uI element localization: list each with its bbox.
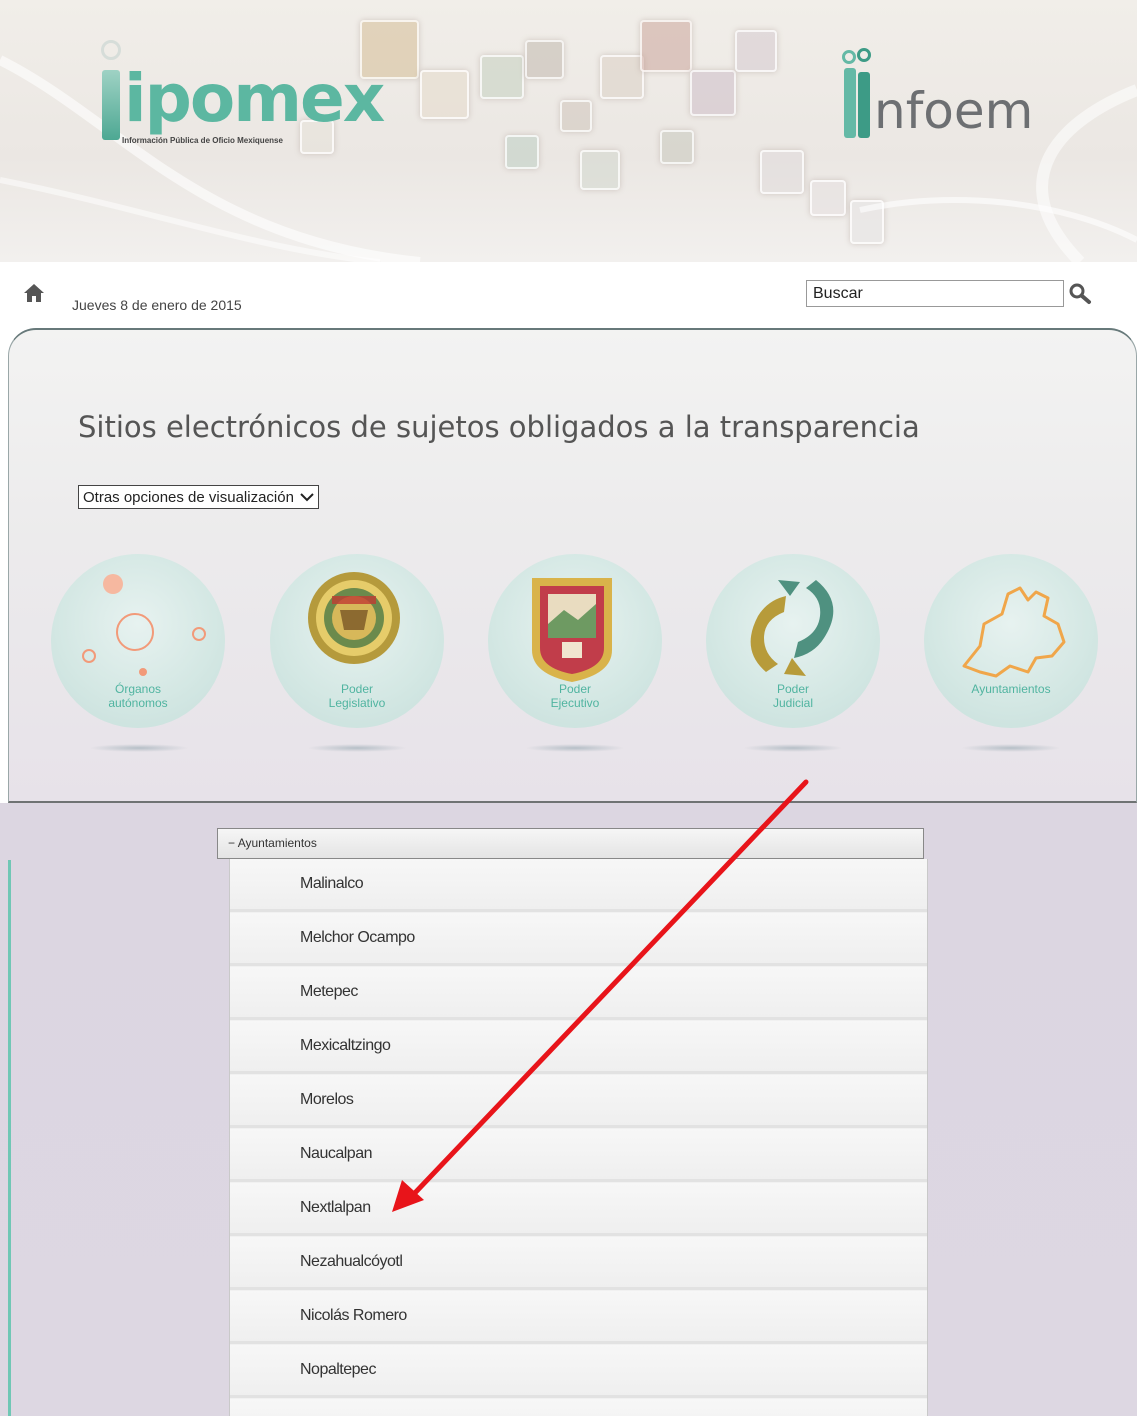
view-options-select[interactable]: Otras opciones de visualización <box>78 485 319 509</box>
nav-bar: Jueves 8 de enero de 2015 <box>0 262 1137 328</box>
logo-head <box>842 50 856 64</box>
logo-dot <box>101 40 121 60</box>
list-item[interactable] <box>230 1399 927 1416</box>
category-organos-autonomos[interactable]: Órganos autónomos <box>51 554 225 728</box>
ayuntamientos-accordion-header[interactable]: − Ayuntamientos <box>217 828 924 859</box>
state-map-icon <box>962 586 1066 678</box>
search-icon[interactable] <box>1068 282 1094 306</box>
ayuntamientos-list: Malinalco Melchor Ocampo Metepec Mexical… <box>229 859 928 1416</box>
collapse-icon: − <box>228 836 236 850</box>
category-label-line: Poder <box>776 682 810 696</box>
list-item-naucalpan[interactable]: Naucalpan <box>230 1129 927 1182</box>
left-accent-stripe <box>8 860 11 1416</box>
list-item-nopaltepec[interactable]: Nopaltepec <box>230 1345 927 1398</box>
category-shadow <box>89 744 189 752</box>
chevron-down-icon <box>300 493 314 502</box>
category-label-line: Ejecutivo <box>550 696 600 710</box>
category-shadow <box>525 744 625 752</box>
category-label-line: Poder <box>340 682 374 696</box>
list-item-melchor-ocampo[interactable]: Melchor Ocampo <box>230 913 927 966</box>
list-item-mexicaltzingo[interactable]: Mexicaltzingo <box>230 1021 927 1074</box>
category-poder-judicial[interactable]: Poder Judicial <box>706 554 880 728</box>
category-ayuntamientos[interactable]: Ayuntamientos <box>924 554 1098 728</box>
category-label-line: Judicial <box>772 696 814 710</box>
current-date: Jueves 8 de enero de 2015 <box>72 297 242 313</box>
logo-figure <box>858 72 870 138</box>
category-label: Poder Ejecutivo <box>488 682 662 710</box>
category-label-line: Ayuntamientos <box>971 682 1051 696</box>
logo-stem <box>102 70 120 140</box>
ipomex-logo-text: ipomex <box>124 60 385 137</box>
list-item-metepec[interactable]: Metepec <box>230 967 927 1020</box>
category-poder-ejecutivo[interactable]: Poder Ejecutivo <box>488 554 662 728</box>
list-item-nicolas-romero[interactable]: Nicolás Romero <box>230 1291 927 1344</box>
ipomex-logo[interactable]: ipomex Información Pública de Oficio Mex… <box>96 40 385 150</box>
list-item-malinalco[interactable]: Malinalco <box>230 859 927 912</box>
infoem-logo[interactable]: nfoem <box>840 48 1060 148</box>
view-options-label: Otras opciones de visualización <box>83 488 294 506</box>
category-label: Ayuntamientos <box>924 682 1098 696</box>
category-shadow <box>307 744 407 752</box>
category-shadow <box>743 744 843 752</box>
category-poder-legislativo[interactable]: Poder Legislativo <box>270 554 444 728</box>
logo-figure <box>844 68 856 138</box>
header-banner: ipomex Información Pública de Oficio Mex… <box>0 0 1137 262</box>
infoem-logo-text: nfoem <box>874 82 1034 140</box>
main-panel: Sitios electrónicos de sujetos obligados… <box>8 328 1137 803</box>
accordion-title: Ayuntamientos <box>237 836 317 850</box>
category-label: Poder Judicial <box>706 682 880 710</box>
category-label-line: Legislativo <box>328 696 386 710</box>
ipomex-logo-text: ipomex <box>124 60 385 137</box>
page-title: Sitios electrónicos de sujetos obligados… <box>78 410 920 444</box>
category-label-line: autónomos <box>108 696 168 710</box>
category-label: Órganos autónomos <box>51 682 225 710</box>
ipomex-tagline: Información Pública de Oficio Mexiquense <box>122 136 283 145</box>
category-label-line: Órganos <box>114 682 162 696</box>
logo-head <box>857 48 871 62</box>
category-label: Poder Legislativo <box>270 682 444 710</box>
category-shadow <box>961 744 1061 752</box>
list-item-nextlalpan[interactable]: Nextlalpan <box>230 1183 927 1236</box>
search-input[interactable] <box>806 280 1064 307</box>
home-icon[interactable] <box>22 282 46 304</box>
list-item-morelos[interactable]: Morelos <box>230 1075 927 1128</box>
list-item-nezahualcoyotl[interactable]: Nezahualcóyotl <box>230 1237 927 1290</box>
category-label-line: Poder <box>558 682 592 696</box>
